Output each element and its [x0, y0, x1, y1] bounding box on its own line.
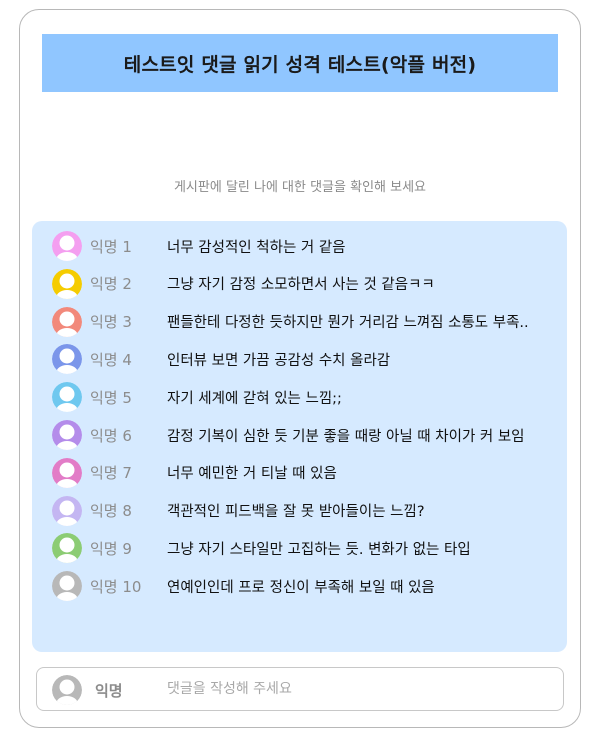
- instruction-text: 게시판에 달린 나에 대한 댓글을 확인해 보세요: [173, 180, 427, 195]
- comment-text: 감정 기복이 심한 듯 기분 좋을 때랑 아닐 때 차이가 커 보임: [167, 428, 525, 445]
- user-avatar-icon: [52, 675, 82, 705]
- comment-row: 익명 6 감정 기복이 심한 듯 기분 좋을 때랑 아닐 때 차이가 커 보임: [32, 416, 567, 454]
- comment-nickname: 익명 9: [90, 539, 132, 558]
- page-title: 테스트잇 댓글 읽기 성격 테스트(악플 버전): [123, 53, 477, 76]
- comment-row: 익명 5 자기 세계에 갇혀 있는 느낌;;: [32, 378, 567, 416]
- comment-nickname: 익명 4: [90, 350, 132, 369]
- user-avatar-icon: [52, 533, 82, 564]
- comment-nickname: 익명 3: [90, 313, 132, 332]
- title-banner: 테스트잇 댓글 읽기 성격 테스트(악플 버전): [42, 34, 558, 92]
- comment-row: 익명 1 너무 감성적인 척하는 거 같음: [32, 227, 567, 265]
- comment-text: 객관적인 피드백을 잘 못 받아들이는 느낌?: [167, 504, 425, 521]
- comment-input-box[interactable]: 익명: [36, 667, 564, 711]
- comment-nickname: 익명 10: [90, 577, 142, 596]
- comment-row: 익명 2 그냥 자기 감정 소모하면서 사는 것 같음ㅋㅋ: [32, 265, 567, 303]
- comment-nickname: 익명 8: [90, 502, 132, 521]
- comment-list: 익명 1 너무 감성적인 척하는 거 같음익명 2 그냥 자기 감정 소모하면서 사…: [32, 221, 567, 652]
- comment-row: 익명 10 연예인인데 프로 정신이 부족해 보일 때 있음: [32, 567, 567, 605]
- comment-nickname: 익명 5: [90, 388, 132, 407]
- comment-text: 인터뷰 보면 가끔 공감성 수치 올라감: [167, 352, 391, 369]
- user-avatar-icon: [52, 306, 82, 337]
- comment-row: 익명 8 객관적인 피드백을 잘 못 받아들이는 느낌?: [32, 492, 567, 530]
- comment-row: 익명 9 그냥 자기 스타일만 고집하는 듯. 변화가 없는 타입: [32, 529, 567, 567]
- user-avatar-icon: [52, 495, 82, 526]
- comment-nickname: 익명 6: [90, 426, 132, 445]
- comment-text: 자기 세계에 갇혀 있는 느낌;;: [167, 390, 342, 407]
- comment-row: 익명 7 너무 예민한 거 티날 때 있음: [32, 454, 567, 492]
- comment-nickname: 익명 1: [90, 237, 132, 256]
- user-avatar-icon: [52, 420, 82, 450]
- comment-nickname: 익명 7: [90, 464, 132, 483]
- comment-text: 그냥 자기 감정 소모하면서 사는 것 같음ㅋㅋ: [167, 277, 435, 294]
- user-avatar-icon: [52, 571, 82, 602]
- comment-text: 팬들한테 다정한 듯하지만 뭔가 거리감 느껴짐 소통도 부족..: [167, 315, 529, 332]
- input-nickname: 익명: [95, 682, 123, 700]
- user-avatar-icon: [52, 457, 82, 488]
- user-avatar-icon: [52, 268, 82, 299]
- comment-text: 그냥 자기 스타일만 고집하는 듯. 변화가 없는 타입: [167, 541, 471, 558]
- comment-row: 익명 4 인터뷰 보면 가끔 공감성 수치 올라감: [32, 340, 567, 378]
- user-avatar-icon: [52, 382, 82, 413]
- comment-row: 익명 3 팬들한테 다정한 듯하지만 뭔가 거리감 느껴짐 소통도 부족..: [32, 303, 567, 341]
- comment-nickname: 익명 2: [90, 275, 132, 294]
- comment-text: 너무 감성적인 척하는 거 같음: [167, 239, 346, 256]
- comment-text: 연예인인데 프로 정신이 부족해 보일 때 있음: [167, 579, 435, 596]
- comment-text: 너무 예민한 거 티날 때 있음: [167, 466, 337, 483]
- comment-input[interactable]: [167, 676, 547, 702]
- user-avatar-icon: [52, 344, 82, 375]
- user-avatar-icon: [52, 231, 82, 261]
